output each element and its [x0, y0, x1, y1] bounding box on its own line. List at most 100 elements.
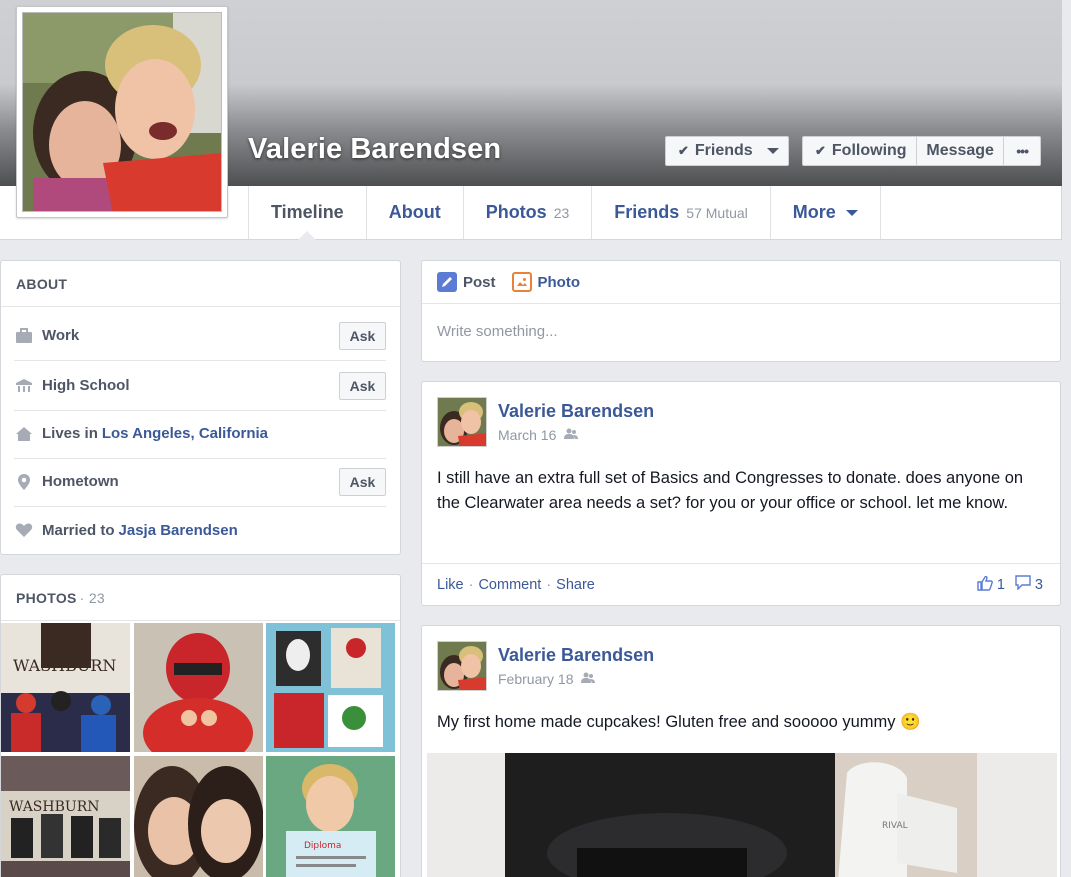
home-icon: [14, 424, 34, 444]
composer-tabs: Post Photo: [422, 261, 1060, 304]
about-hometown-label: Hometown: [42, 473, 119, 490]
tab-count: 57 Mutual: [686, 204, 748, 221]
message-button-label: Message: [926, 142, 994, 159]
pencil-icon: [437, 272, 457, 292]
post-body: My first home made cupcakes! Gluten free…: [437, 713, 921, 731]
share-link[interactable]: Share: [556, 577, 595, 593]
about-lives-in-prefix: Lives in: [42, 425, 98, 442]
about-title: ABOUT: [16, 275, 68, 292]
post-date: February 18: [498, 671, 654, 687]
photo-thumbnail[interactable]: [134, 623, 263, 752]
svg-text:Diploma: Diploma: [304, 841, 341, 851]
friends-button[interactable]: ✔ Friends: [665, 136, 789, 166]
photos-count: · 23: [79, 589, 105, 606]
about-married-prefix: Married to: [42, 521, 115, 539]
composer-text-input[interactable]: Write something...: [422, 304, 1060, 359]
action-button-group: ✔ Following Message •••: [802, 136, 1041, 166]
map-pin-icon: [14, 472, 34, 492]
profile-picture[interactable]: [16, 6, 228, 218]
post-actions: Like · Comment · Share 1 3: [422, 563, 1060, 605]
composer-photo-label: Photo: [537, 273, 581, 291]
active-tab-indicator: [298, 231, 317, 240]
page-edge: [1062, 0, 1071, 877]
about-work-label: Work: [42, 327, 80, 344]
comment-link[interactable]: Comment: [478, 577, 541, 593]
photo-thumbnail[interactable]: WASHBURN: [1, 756, 130, 877]
ask-button-label: Ask: [349, 327, 376, 344]
ask-button-label: Ask: [349, 473, 376, 490]
comment-bubble-icon[interactable]: [1015, 575, 1031, 594]
likes-count[interactable]: 1: [997, 577, 1005, 593]
tab-about[interactable]: About: [367, 186, 464, 239]
tab-label: About: [388, 202, 441, 222]
spouse-link[interactable]: Jasja Barendsen: [119, 522, 238, 539]
lives-in-link[interactable]: Los Angeles, California: [102, 425, 268, 442]
school-icon: [14, 376, 34, 396]
tab-timeline[interactable]: Timeline: [248, 186, 367, 240]
avatar[interactable]: [437, 397, 487, 447]
tab-photos[interactable]: Photos 23: [464, 186, 593, 239]
composer-post-label: Post: [463, 273, 496, 291]
photo-icon: [511, 272, 532, 292]
tab-friends[interactable]: Friends 57 Mutual: [592, 186, 771, 239]
photo-thumbnail[interactable]: WASHBURN: [1, 623, 130, 752]
photos-card: PHOTOS · 23 WASHBURN WASHBURN Diploma: [0, 574, 401, 877]
about-high-school-label: High School: [42, 377, 130, 394]
avatar[interactable]: [437, 641, 487, 691]
post-counts: 1 3: [975, 575, 1045, 595]
svg-text:RIVAL: RIVAL: [882, 821, 908, 831]
photo-thumbnail[interactable]: [266, 623, 395, 752]
post-composer: Post Photo Write something...: [421, 260, 1061, 362]
chevron-down-icon: [766, 148, 779, 154]
photos-title: PHOTOS: [16, 589, 77, 606]
about-card: ABOUT Work Ask High School Ask Lives in …: [0, 260, 401, 555]
photo-thumbnail[interactable]: [134, 756, 263, 877]
heart-icon: [14, 520, 34, 540]
thumbs-up-icon[interactable]: [977, 575, 993, 595]
tab-more[interactable]: More: [771, 186, 881, 239]
post-author[interactable]: Valerie Barendsen: [498, 401, 654, 422]
ask-hometown-button[interactable]: Ask: [339, 467, 386, 496]
checkmark-icon: ✔: [815, 143, 826, 158]
post-meta: Valerie Barendsen February 18: [498, 641, 654, 691]
following-button[interactable]: ✔ Following: [803, 137, 918, 165]
chevron-down-icon: [845, 209, 858, 216]
post-author[interactable]: Valerie Barendsen: [498, 645, 654, 666]
ask-work-button[interactable]: Ask: [339, 321, 386, 350]
tab-label: Timeline: [271, 202, 344, 222]
svg-text:WASHBURN: WASHBURN: [9, 799, 99, 815]
about-header: ABOUT: [1, 261, 400, 307]
more-dots-icon: •••: [1016, 143, 1029, 159]
tab-label: Friends: [614, 202, 680, 222]
profile-photo-image: [22, 12, 222, 212]
separator: ·: [546, 576, 552, 593]
friends-button-label: Friends: [694, 142, 753, 159]
comments-count[interactable]: 3: [1035, 577, 1043, 593]
profile-name: Valerie Barendsen: [248, 133, 502, 165]
about-row-lives-in: Lives in Los Angeles, California: [14, 409, 386, 459]
post-timestamp[interactable]: March 16: [498, 427, 556, 443]
photos-header[interactable]: PHOTOS · 23: [1, 575, 400, 621]
post-header: Valerie Barendsen February 18: [437, 641, 654, 691]
friends-audience-icon[interactable]: [564, 427, 579, 443]
like-link[interactable]: Like: [437, 577, 464, 593]
briefcase-icon: [14, 326, 34, 346]
ask-button-label: Ask: [349, 377, 376, 394]
post-photo[interactable]: RIVAL: [427, 753, 1057, 877]
svg-text:WASHBURN: WASHBURN: [13, 656, 116, 675]
post-meta: Valerie Barendsen March 16: [498, 397, 654, 447]
more-options-button[interactable]: •••: [1004, 137, 1040, 165]
friends-audience-icon[interactable]: [581, 671, 596, 687]
about-row-married: Married to Jasja Barendsen: [14, 505, 386, 555]
photo-thumbnail[interactable]: Diploma: [266, 756, 395, 877]
ask-high-school-button[interactable]: Ask: [339, 371, 386, 400]
about-row-hometown: Hometown Ask: [14, 457, 386, 507]
separator: ·: [468, 576, 474, 593]
composer-post-tab[interactable]: Post: [437, 272, 496, 292]
tab-count: 23: [553, 204, 570, 221]
post-timestamp[interactable]: February 18: [498, 671, 573, 687]
composer-photo-tab[interactable]: Photo: [511, 272, 581, 292]
post-date: March 16: [498, 427, 654, 443]
about-row-high-school: High School Ask: [14, 361, 386, 411]
message-button[interactable]: Message: [917, 137, 1005, 165]
